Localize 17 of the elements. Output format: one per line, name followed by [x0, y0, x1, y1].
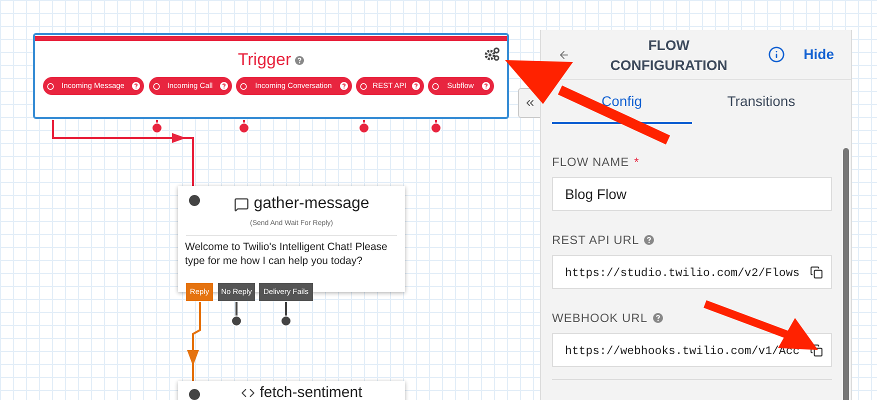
node-title: fetch-sentiment [260, 384, 362, 400]
panel-tab[interactable]: Transitions [692, 80, 831, 124]
url-text: https://webhooks.twilio.com/v1/Acc [565, 345, 800, 358]
required-mark: * [634, 154, 639, 171]
node-title: gather-message [254, 194, 370, 214]
name-field[interactable]: Blog Flow [552, 177, 832, 211]
url-field[interactable]: https://studio.twilio.com/v2/Flows [552, 255, 832, 289]
field-label: FLOW NAME [552, 154, 630, 171]
panel-title: FLOW CONFIGURATION [609, 36, 728, 74]
hide-button[interactable]: Hide [804, 44, 834, 65]
url-text: https://studio.twilio.com/v2/Flows [565, 267, 800, 280]
node-title: Trigger [238, 50, 292, 70]
url-field[interactable]: https://webhooks.twilio.com/v1/Acc [552, 333, 832, 367]
widget-card[interactable]: fetch-sentiment [178, 381, 405, 400]
field-label: REST API URL [552, 232, 640, 249]
message-text: Welcome to Twilio's Intelligent Chat! Please type for me how I can help you today? [184, 240, 388, 268]
field-label: WEBHOOK URL [552, 310, 648, 327]
